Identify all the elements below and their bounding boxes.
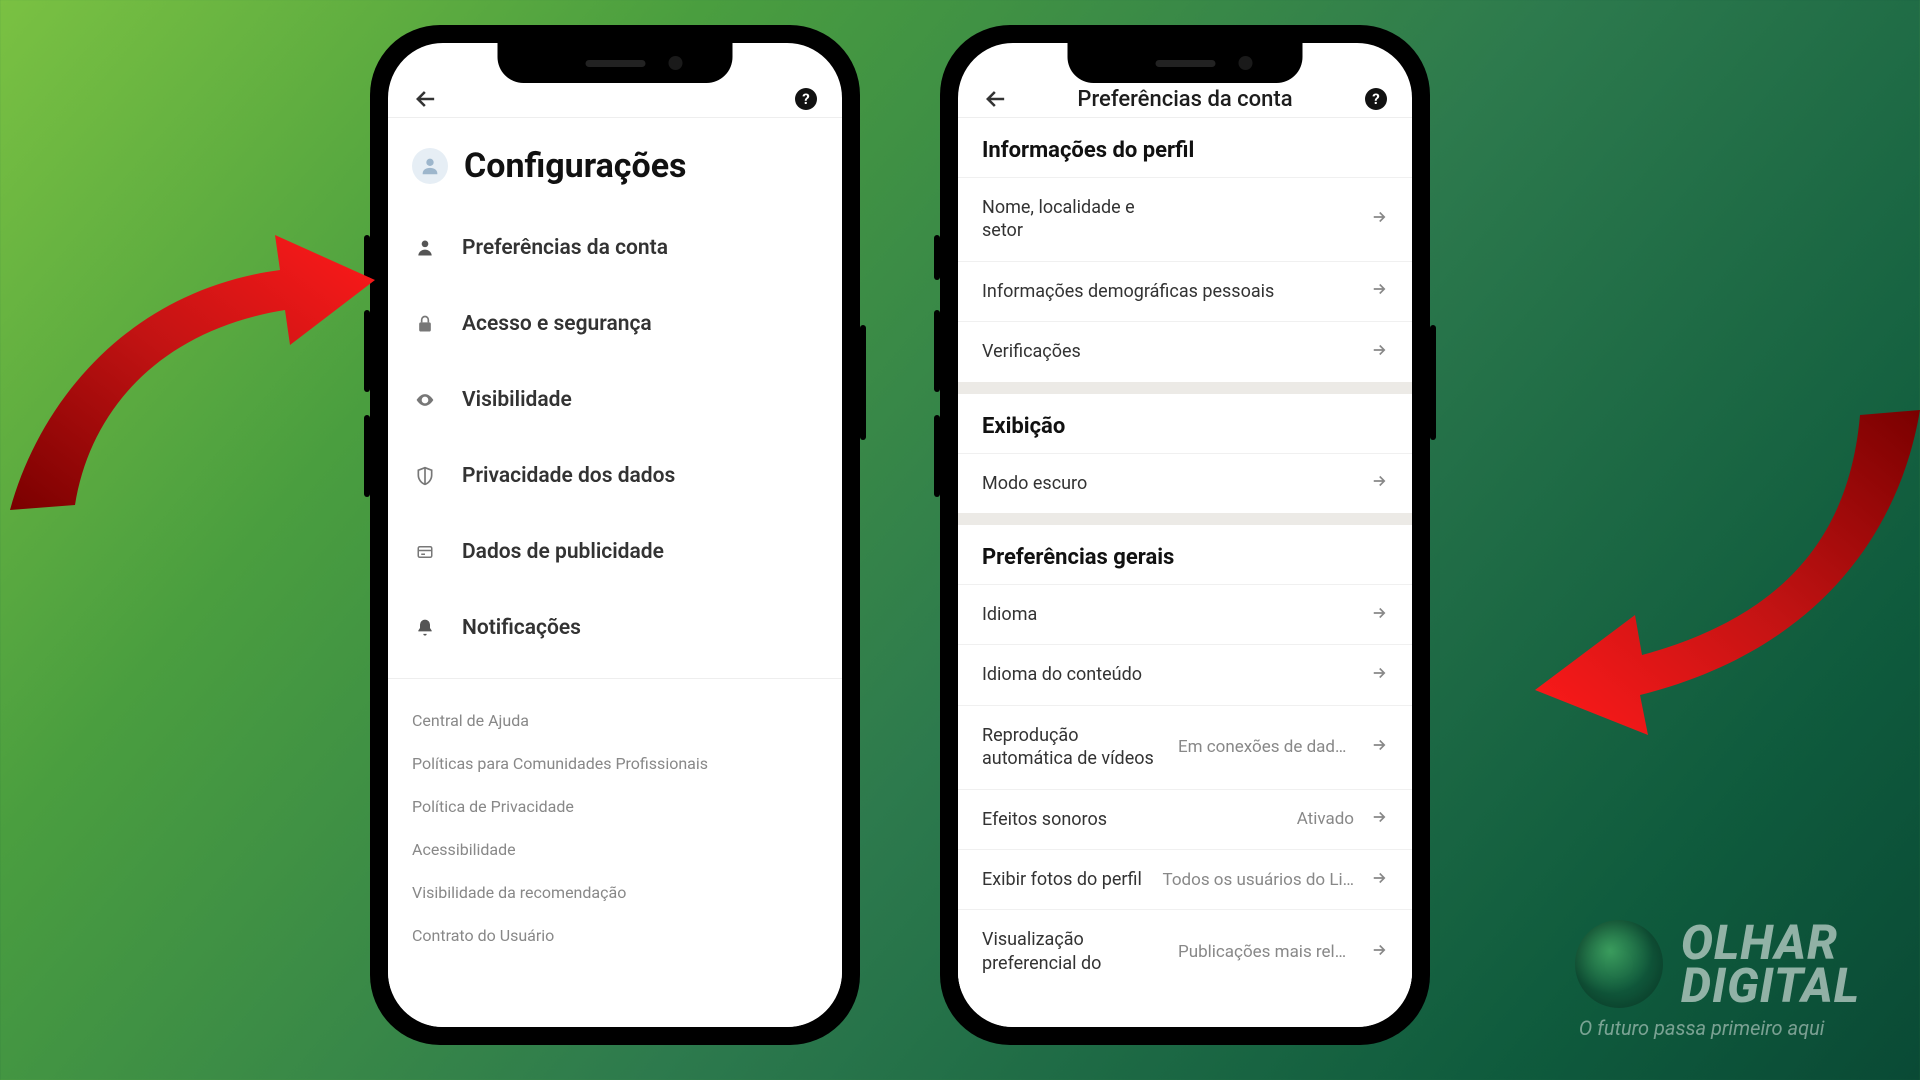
category-privacy[interactable]: Privacidade dos dados [412, 438, 818, 514]
link-community-policies[interactable]: Políticas para Comunidades Profissionais [412, 742, 818, 785]
prefs-content: Informações do perfil Nome, localidade e… [958, 118, 1412, 1027]
row-value: Em conexões de dados … [1178, 737, 1354, 757]
category-account-preferences[interactable]: Preferências da conta [412, 210, 818, 286]
chevron-right-icon [1370, 869, 1388, 891]
shield-icon [412, 465, 438, 487]
chevron-right-icon [1370, 604, 1388, 626]
chevron-right-icon [1370, 472, 1388, 494]
category-label: Visibilidade [462, 388, 572, 412]
back-arrow-icon[interactable] [982, 85, 1010, 113]
row-label: Exibir fotos do perfil [982, 868, 1142, 891]
phone-mockup-left: ? Configurações Preferências da conta Ac… [370, 25, 860, 1045]
row-preferred-view[interactable]: Visualização preferencial do Publicações… [958, 909, 1412, 993]
chevron-right-icon [1370, 808, 1388, 830]
link-help-center[interactable]: Central de Ajuda [412, 699, 818, 742]
section-title: Preferências gerais [958, 525, 1412, 584]
row-label: Modo escuro [982, 472, 1087, 495]
svg-text:?: ? [802, 90, 809, 108]
row-show-profile-photos[interactable]: Exibir fotos do perfil Todos os usuários… [958, 849, 1412, 909]
back-arrow-icon[interactable] [412, 85, 440, 113]
row-name-location[interactable]: Nome, localidade e setor [958, 177, 1412, 261]
brand-tagline: O futuro passa primeiro aqui [1579, 1016, 1825, 1040]
svg-text:?: ? [1372, 90, 1379, 108]
row-label: Informações demográficas pessoais [982, 280, 1274, 303]
page-title: Configurações [464, 146, 687, 186]
annotation-arrow-left [0, 200, 400, 530]
link-user-agreement[interactable]: Contrato do Usuário [412, 914, 818, 957]
row-verifications[interactable]: Verificações [958, 321, 1412, 381]
row-content-language[interactable]: Idioma do conteúdo [958, 644, 1412, 704]
topbar-title: Preferências da conta [1077, 87, 1292, 112]
row-language[interactable]: Idioma [958, 584, 1412, 644]
phone-notch [498, 43, 733, 83]
annotation-arrow-right [1400, 390, 1920, 770]
category-visibility[interactable]: Visibilidade [412, 362, 818, 438]
category-access-security[interactable]: Acesso e segurança [412, 286, 818, 362]
person-icon [412, 238, 438, 258]
phone-notch [1068, 43, 1303, 83]
category-label: Acesso e segurança [462, 312, 652, 336]
brand-watermark: OLHAR DIGITAL O futuro passa primeiro aq… [1575, 920, 1860, 1040]
bell-icon [412, 617, 438, 639]
lock-icon [412, 314, 438, 334]
screen-settings: ? Configurações Preferências da conta Ac… [388, 43, 842, 1027]
link-accessibility[interactable]: Acessibilidade [412, 828, 818, 871]
footer-links: Central de Ajuda Políticas para Comunida… [388, 678, 842, 957]
row-label: Idioma do conteúdo [982, 663, 1142, 686]
section-general-prefs: Preferências gerais Idioma Idioma do con… [958, 525, 1412, 993]
eye-icon [412, 390, 438, 410]
link-privacy-policy[interactable]: Política de Privacidade [412, 785, 818, 828]
row-label: Verificações [982, 340, 1081, 363]
category-label: Notificações [462, 616, 581, 640]
brand-logo-icon [1575, 920, 1663, 1008]
chevron-right-icon [1370, 208, 1388, 230]
chevron-right-icon [1370, 941, 1388, 963]
card-icon [412, 543, 438, 561]
chevron-right-icon [1370, 280, 1388, 302]
row-autoplay-videos[interactable]: Reprodução automática de vídeos Em conex… [958, 705, 1412, 789]
row-demographic-info[interactable]: Informações demográficas pessoais [958, 261, 1412, 321]
chevron-right-icon [1370, 664, 1388, 686]
row-label: Efeitos sonoros [982, 808, 1107, 831]
category-label: Dados de publicidade [462, 540, 664, 564]
section-title: Informações do perfil [958, 118, 1412, 177]
row-label: Reprodução automática de vídeos [982, 724, 1162, 771]
settings-content: Configurações Preferências da conta Aces… [388, 118, 842, 1027]
help-icon[interactable]: ? [794, 87, 818, 111]
category-label: Preferências da conta [462, 236, 668, 260]
help-icon[interactable]: ? [1364, 87, 1388, 111]
row-value: Publicações mais relev… [1178, 942, 1354, 962]
page-heading: Configurações [388, 118, 842, 210]
row-value: Ativado [1123, 809, 1354, 829]
avatar[interactable] [412, 148, 448, 184]
link-recommendation-visibility[interactable]: Visibilidade da recomendação [412, 871, 818, 914]
row-dark-mode[interactable]: Modo escuro [958, 453, 1412, 513]
category-label: Privacidade dos dados [462, 464, 675, 488]
row-label: Visualização preferencial do [982, 928, 1162, 975]
brand-name: OLHAR DIGITAL [1681, 921, 1860, 1007]
phone-mockup-right: Preferências da conta ? Informações do p… [940, 25, 1430, 1045]
row-value: Todos os usuários do Li… [1158, 870, 1354, 890]
row-label: Idioma [982, 603, 1037, 626]
section-profile-info: Informações do perfil Nome, localidade e… [958, 118, 1412, 382]
section-display: Exibição Modo escuro [958, 394, 1412, 513]
category-list: Preferências da conta Acesso e segurança… [388, 210, 842, 666]
category-notifications[interactable]: Notificações [412, 590, 818, 666]
screen-account-prefs: Preferências da conta ? Informações do p… [958, 43, 1412, 1027]
brand-name-line2: DIGITAL [1681, 964, 1860, 1007]
category-adv-data[interactable]: Dados de publicidade [412, 514, 818, 590]
row-sound-effects[interactable]: Efeitos sonoros Ativado [958, 789, 1412, 849]
chevron-right-icon [1370, 341, 1388, 363]
chevron-right-icon [1370, 736, 1388, 758]
row-label: Nome, localidade e setor [982, 196, 1162, 243]
section-title: Exibição [958, 394, 1412, 453]
